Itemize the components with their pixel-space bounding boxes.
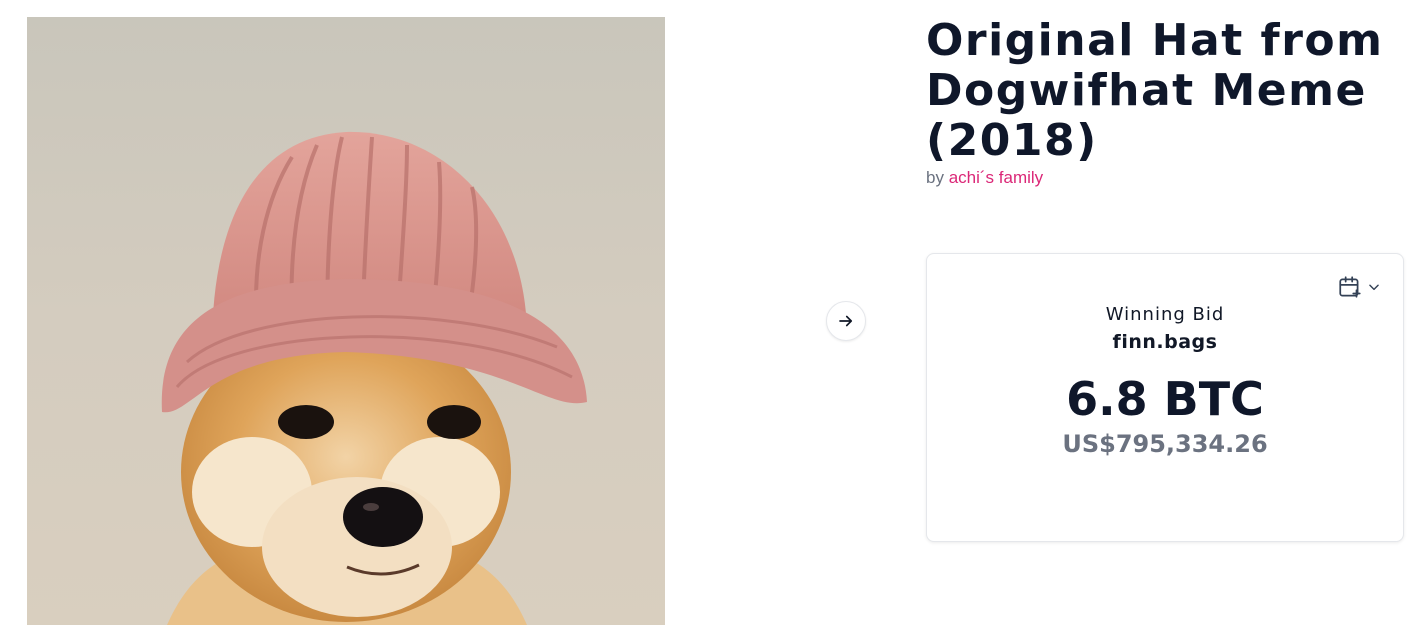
artist-link[interactable]: achi´s family [949, 168, 1043, 187]
shiba-hat-illustration [27, 17, 665, 625]
calendar-plus-icon [1339, 276, 1361, 298]
byline-prefix: by [926, 168, 944, 187]
byline: by achi´s family [926, 168, 1043, 188]
chevron-down-icon [1369, 284, 1379, 291]
bid-amount: 6.8 BTC [1066, 372, 1264, 426]
bid-card: Winning Bid finn.bags 6.8 BTC US$795,334… [926, 253, 1404, 542]
winning-bidder: finn.bags [1112, 331, 1218, 353]
bid-usd-value: US$795,334.26 [1062, 430, 1268, 458]
add-to-calendar-button[interactable] [1337, 274, 1381, 300]
arrow-right-icon [839, 315, 853, 327]
winning-bid-label: Winning Bid [1105, 304, 1225, 325]
artwork-image [27, 17, 665, 625]
next-lot-button[interactable] [826, 301, 866, 341]
lot-title: Original Hat from Dogwifhat Meme (2018) [926, 15, 1384, 166]
